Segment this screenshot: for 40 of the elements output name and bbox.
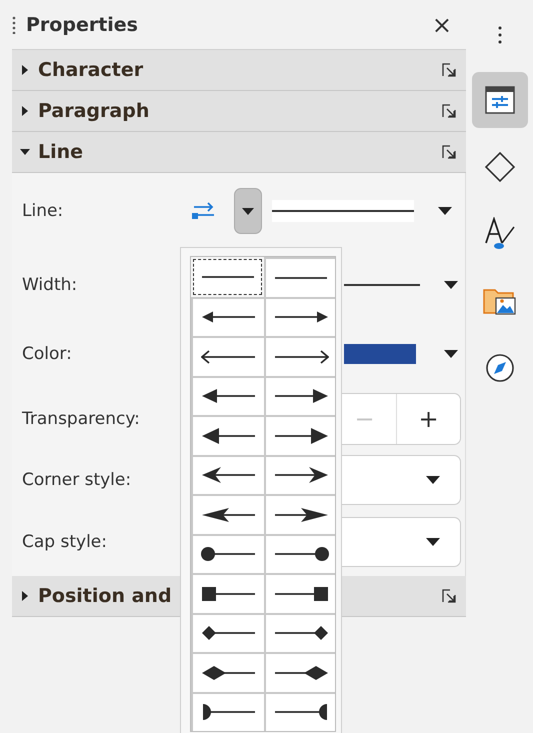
diamond-icon <box>484 151 516 183</box>
caret-icon <box>20 106 30 116</box>
section-title: Line <box>38 141 84 163</box>
arrow-style-button[interactable] <box>234 188 262 234</box>
caret-icon <box>20 591 30 601</box>
dropdown-caret-icon <box>426 476 440 484</box>
close-button[interactable]: × <box>428 10 456 38</box>
line-width-preview[interactable] <box>344 284 420 286</box>
panel-title: Properties <box>26 14 139 36</box>
field-label: Width: <box>22 274 78 294</box>
caret-icon <box>20 147 30 157</box>
dropdown-caret-icon[interactable] <box>438 207 452 215</box>
swap-arrows-icon[interactable] <box>190 202 216 220</box>
plain-line-icon <box>200 276 256 278</box>
section-title: Character <box>38 59 144 81</box>
caret-icon <box>242 208 254 214</box>
dropdown-caret-icon[interactable] <box>444 350 458 358</box>
section-header[interactable]: Paragraph <box>12 91 466 132</box>
spin-button[interactable]: + <box>396 394 460 444</box>
letter-brush-icon <box>484 217 516 251</box>
line-style-preview[interactable] <box>272 200 414 222</box>
dropdown-caret-icon[interactable] <box>444 280 458 288</box>
compass-icon <box>484 353 514 383</box>
field-label: Color: <box>22 344 73 364</box>
section-header[interactable]: Character <box>12 50 466 91</box>
section-title: Paragraph <box>38 100 150 122</box>
dropdown-caret-icon <box>426 538 440 546</box>
field-label: Transparency: <box>22 409 141 429</box>
section-title: Position and <box>38 585 172 607</box>
caret-icon <box>20 65 30 75</box>
sidebar-tab[interactable] <box>472 72 528 128</box>
field-label: Corner style: <box>22 470 132 490</box>
section-header[interactable]: Line <box>12 132 466 173</box>
field-label: Line: <box>22 201 64 221</box>
field-label: Cap style: <box>22 532 108 552</box>
color-swatch[interactable] <box>344 344 416 364</box>
grip-icon[interactable] <box>12 16 16 34</box>
arrow-style-option[interactable] <box>193 259 262 294</box>
plain-line-icon <box>272 276 328 279</box>
sliders-window-icon <box>484 86 514 114</box>
